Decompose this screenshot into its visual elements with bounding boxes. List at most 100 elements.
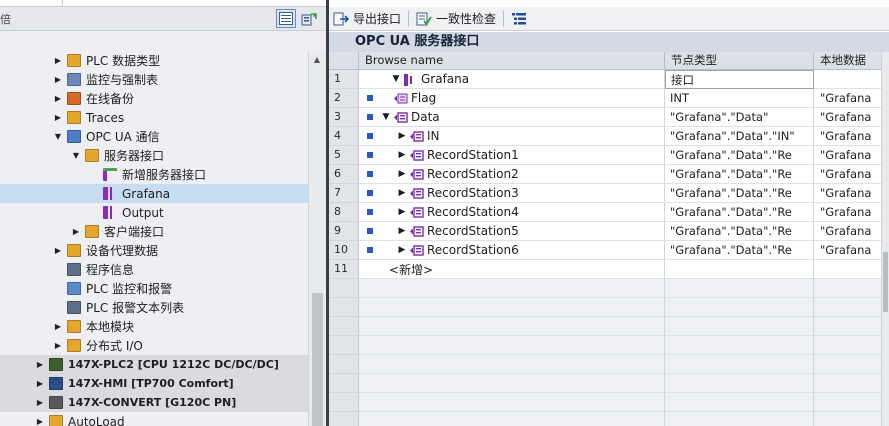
library-view-button[interactable] (299, 9, 319, 28)
node-type-cell[interactable] (665, 260, 814, 279)
browse-name-cell[interactable]: Flag (359, 89, 665, 108)
node-type-cell[interactable]: "Grafana"."Data"."Re (665, 146, 814, 165)
browse-name-cell[interactable]: ▶ RecordStation6 (359, 241, 665, 260)
collapse-arrow-icon[interactable]: ▼ (391, 73, 401, 85)
node-type-cell[interactable]: "Grafana"."Data"."Re (665, 222, 814, 241)
tree-item[interactable]: ▶ 147X-PLC2 [CPU 1212C DC/DC/DC] (0, 355, 308, 374)
tree-item[interactable]: ▶ 客户端接口 (0, 222, 308, 241)
scrollbar-thumb[interactable] (883, 252, 888, 312)
row-number[interactable]: 1 (329, 70, 359, 89)
add-new-row[interactable]: 11 <新增> (329, 260, 881, 279)
tree-item[interactable]: Grafana (0, 184, 308, 203)
expand-arrow-icon[interactable]: ▶ (34, 397, 46, 409)
table-row[interactable]: 6 ▶ RecordStation2 "Grafana"."Data"."Re "Gra… (329, 165, 881, 184)
consistency-check-button[interactable]: 一致性检查 (412, 8, 500, 30)
expand-arrow-icon[interactable]: ▶ (52, 93, 64, 105)
expand-arrow-icon[interactable]: ▶ (52, 340, 64, 352)
tree-item[interactable]: ▶ AutoLoad (0, 412, 308, 426)
tree-item[interactable]: ▶ 分布式 I/O (0, 336, 308, 355)
local-data-cell[interactable]: "Grafana (814, 146, 881, 165)
row-number[interactable]: 10 (329, 241, 359, 260)
table-view-button[interactable] (276, 9, 296, 28)
node-type-cell[interactable]: "Grafana"."Data"."IN" (665, 127, 814, 146)
expand-arrow-icon[interactable]: ▶ (52, 112, 64, 124)
column-header-browse-name[interactable]: Browse name (359, 52, 665, 70)
local-data-cell[interactable]: "Grafana (814, 108, 881, 127)
expand-arrow-icon[interactable]: ▶ (34, 416, 46, 426)
column-header-local-data[interactable]: 本地数据 (814, 52, 881, 70)
table-row[interactable]: 10 ▶ RecordStation6 "Grafana"."Data"."Re "Gr… (329, 241, 881, 260)
expand-arrow-icon[interactable]: ▶ (34, 359, 46, 371)
node-type-cell[interactable]: INT (665, 89, 814, 108)
node-type-cell[interactable]: "Grafana"."Data"."Re (665, 184, 814, 203)
browse-name-cell[interactable]: ▼ Grafana (359, 70, 665, 89)
expand-arrow-icon[interactable]: ▶ (397, 187, 407, 199)
table-row[interactable]: 2 Flag INT "Grafana (329, 89, 881, 108)
expand-arrow-icon[interactable]: ▶ (397, 244, 407, 256)
tree-item[interactable]: Output (0, 203, 308, 222)
expand-arrow-icon[interactable]: ▶ (397, 149, 407, 161)
editor-scrollbar[interactable] (881, 52, 889, 426)
tree-item[interactable]: ▶ 在线备份 (0, 89, 308, 108)
table-row[interactable]: 3 ▼ Data "Grafana"."Data" "Grafana (329, 108, 881, 127)
table-row[interactable]: 8 ▶ RecordStation4 "Grafana"."Data"."Re "Gra… (329, 203, 881, 222)
browse-name-cell[interactable]: ▶ RecordStation5 (359, 222, 665, 241)
expand-arrow-icon[interactable]: ▶ (397, 168, 407, 180)
tree-item[interactable]: ▶ 监控与强制表 (0, 70, 308, 89)
table-row[interactable]: 4 ▶ IN "Grafana"."Data"."IN" "Grafana (329, 127, 881, 146)
collapse-arrow-icon[interactable]: ▼ (381, 111, 391, 123)
table-row[interactable]: 7 ▶ RecordStation3 "Grafana"."Data"."Re "Gra… (329, 184, 881, 203)
node-type-cell[interactable]: "Grafana"."Data" (665, 108, 814, 127)
local-data-cell[interactable]: "Grafana (814, 127, 881, 146)
tree-item[interactable]: ▶ 本地模块 (0, 317, 308, 336)
tree-item[interactable]: ▶ PLC 数据类型 (0, 51, 308, 70)
node-type-cell[interactable]: "Grafana"."Data"."Re (665, 241, 814, 260)
local-data-cell[interactable] (814, 70, 881, 89)
local-data-cell[interactable]: "Grafana (814, 203, 881, 222)
tree-item[interactable]: 程序信息 (0, 260, 308, 279)
table-row[interactable]: 9 ▶ RecordStation5 "Grafana"."Data"."Re "Gra… (329, 222, 881, 241)
row-number[interactable]: 5 (329, 146, 359, 165)
tree-item[interactable]: ▶ Traces (0, 108, 308, 127)
tree-item[interactable]: ▶ 147X-HMI [TP700 Comfort] (0, 374, 308, 393)
expand-arrow-icon[interactable]: ▶ (34, 378, 46, 390)
browse-name-cell[interactable]: ▶ RecordStation3 (359, 184, 665, 203)
browse-name-cell[interactable]: ▶ RecordStation1 (359, 146, 665, 165)
tree-item[interactable]: 新增服务器接口 (0, 165, 308, 184)
browse-name-cell[interactable]: ▶ IN (359, 127, 665, 146)
scrollbar-thumb[interactable] (312, 293, 323, 426)
export-interface-button[interactable]: 导出接口 (329, 8, 405, 30)
list-view-button[interactable] (507, 8, 535, 30)
local-data-cell[interactable] (814, 260, 881, 279)
local-data-cell[interactable]: "Grafana (814, 222, 881, 241)
local-data-cell[interactable]: "Grafana (814, 241, 881, 260)
row-number[interactable]: 8 (329, 203, 359, 222)
row-number[interactable]: 7 (329, 184, 359, 203)
local-data-cell[interactable]: "Grafana (814, 89, 881, 108)
column-header-node-type[interactable]: 节点类型 (665, 52, 814, 70)
scroll-up-icon[interactable]: ▲ (311, 54, 323, 66)
tree-item[interactable]: PLC 监控和报警 (0, 279, 308, 298)
table-row[interactable]: 1 ▼ Grafana 接口 (329, 70, 881, 89)
row-number[interactable]: 9 (329, 222, 359, 241)
tree-item[interactable]: ▼ 服务器接口 (0, 146, 308, 165)
expand-arrow-icon[interactable]: ▶ (397, 225, 407, 237)
row-number[interactable]: 2 (329, 89, 359, 108)
local-data-cell[interactable]: "Grafana (814, 165, 881, 184)
expand-arrow-icon[interactable]: ▶ (70, 226, 82, 238)
add-new-cell[interactable]: <新增> (359, 260, 665, 279)
browse-name-cell[interactable]: ▶ RecordStation4 (359, 203, 665, 222)
node-type-cell[interactable]: "Grafana"."Data"."Re (665, 165, 814, 184)
expand-arrow-icon[interactable]: ▶ (52, 74, 64, 86)
expand-arrow-icon[interactable]: ▶ (52, 321, 64, 333)
local-data-cell[interactable]: "Grafana (814, 184, 881, 203)
tree-item[interactable]: ▼ OPC UA 通信 (0, 127, 308, 146)
tree-item[interactable]: ▶ 147X-CONVERT [G120C PN] (0, 393, 308, 412)
expand-arrow-icon[interactable]: ▶ (52, 55, 64, 67)
browse-name-cell[interactable]: ▼ Data (359, 108, 665, 127)
expand-arrow-icon[interactable]: ▶ (52, 245, 64, 257)
row-number[interactable]: 6 (329, 165, 359, 184)
tree-item[interactable]: PLC 报警文本列表 (0, 298, 308, 317)
browse-name-cell[interactable]: ▶ RecordStation2 (359, 165, 665, 184)
table-row[interactable]: 5 ▶ RecordStation1 "Grafana"."Data"."Re "Gra… (329, 146, 881, 165)
